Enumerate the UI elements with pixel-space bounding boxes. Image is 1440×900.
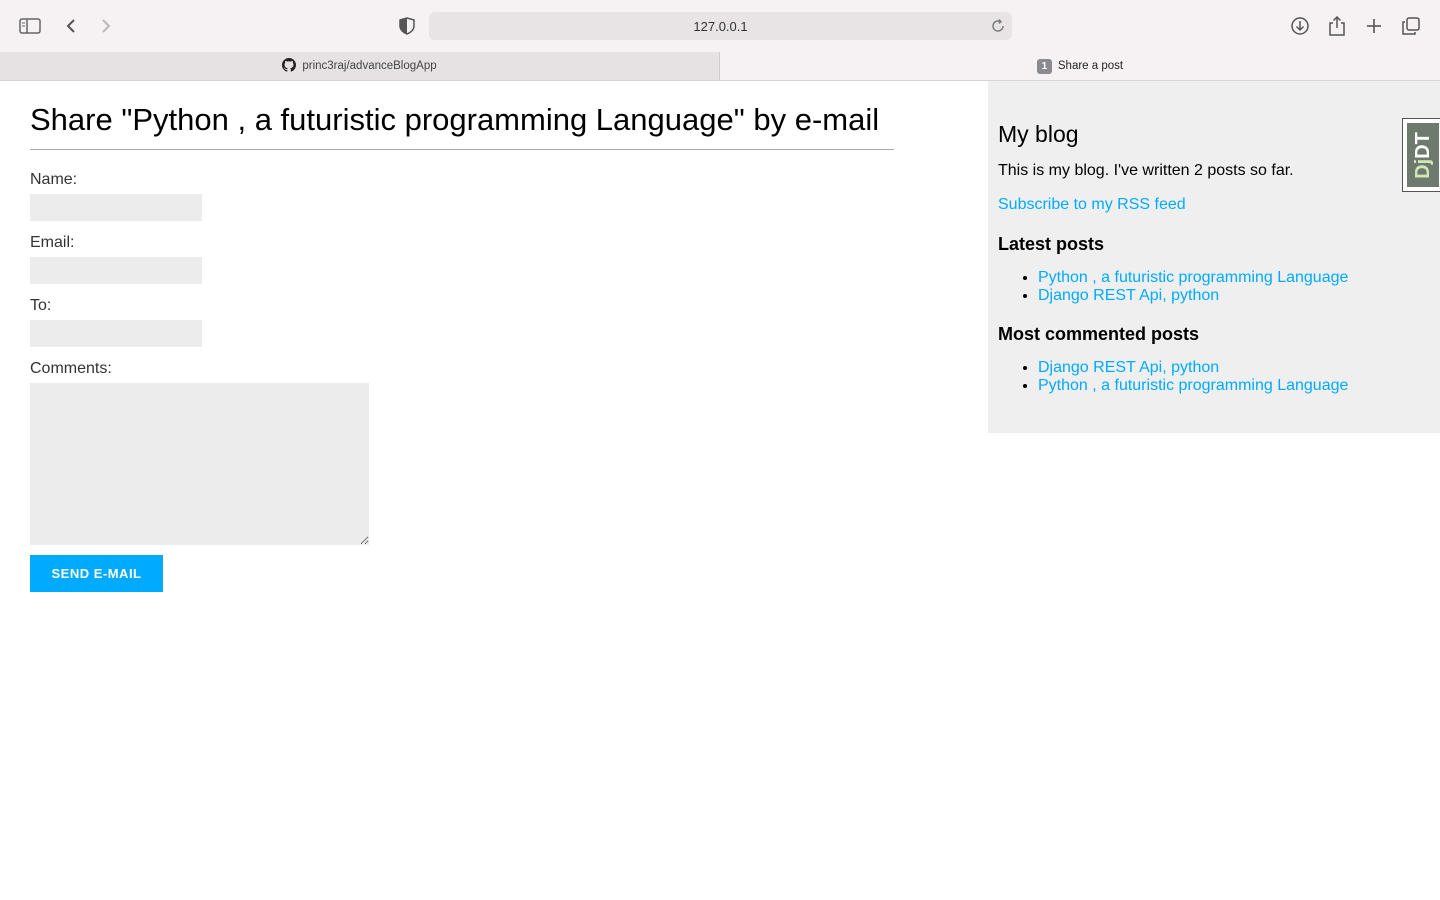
page-title: Share "Python , a futuristic programming… (30, 101, 894, 150)
list-item: Django REST Api, python (1038, 359, 1430, 377)
url-text: 127.0.0.1 (693, 18, 748, 34)
name-field[interactable] (30, 194, 202, 221)
sidebar-title: My blog (998, 121, 1079, 147)
list-item: Python , a futuristic programming Langua… (1038, 269, 1430, 287)
share-form: Name: Email: To: Comments: Send e-mail (30, 170, 894, 592)
download-icon[interactable] (1288, 14, 1312, 38)
comments-label: Comments: (30, 360, 112, 377)
djdt-logo: DjDT (1411, 131, 1434, 179)
most-commented-link[interactable]: Python , a futuristic programming Langua… (1038, 377, 1348, 394)
tab-github[interactable]: princ3raj/advanceBlogApp (0, 52, 720, 80)
privacy-shield-icon[interactable] (395, 14, 419, 38)
list-item: Python , a futuristic programming Langua… (1038, 377, 1430, 395)
tab-label: Share a post (1057, 60, 1124, 72)
email-label: Email: (30, 234, 75, 251)
most-commented-heading: Most commented posts (998, 324, 1200, 344)
to-field[interactable] (30, 320, 202, 347)
latest-post-link[interactable]: Python , a futuristic programming Langua… (1038, 269, 1348, 286)
tab-bar: princ3raj/advanceBlogApp 1 Share a post (0, 52, 1440, 81)
sidebar-toggle-icon[interactable] (18, 14, 42, 38)
comments-field[interactable] (30, 383, 369, 545)
page: Share "Python , a futuristic programming… (0, 81, 1440, 900)
latest-posts-list: Python , a futuristic programming Langua… (998, 269, 1430, 305)
email-field[interactable] (30, 257, 202, 284)
sidebar: My blog This is my blog. I've written 2 … (988, 81, 1440, 433)
share-icon[interactable] (1325, 14, 1349, 38)
list-item: Django REST Api, python (1038, 287, 1430, 305)
send-email-button[interactable]: Send e-mail (30, 555, 163, 592)
name-label: Name: (30, 171, 78, 188)
browser-toolbar: 127.0.0.1 (0, 0, 1440, 52)
new-tab-icon[interactable] (1362, 14, 1386, 38)
tab-label: princ3raj/advanceBlogApp (302, 60, 437, 72)
most-commented-link[interactable]: Django REST Api, python (1038, 359, 1219, 376)
rss-link[interactable]: Subscribe to my RSS feed (998, 196, 1186, 213)
django-debug-toolbar-handle[interactable]: DjDT (1402, 118, 1440, 192)
sidebar-description: This is my blog. I've written 2 posts so… (998, 162, 1294, 179)
tab-overview-icon[interactable] (1399, 14, 1423, 38)
back-icon[interactable] (59, 14, 83, 38)
to-label: To: (30, 297, 52, 314)
tab-badge: 1 (1036, 58, 1052, 74)
main-content: Share "Python , a futuristic programming… (30, 81, 894, 592)
latest-post-link[interactable]: Django REST Api, python (1038, 287, 1219, 304)
url-bar[interactable]: 127.0.0.1 (429, 12, 1012, 40)
github-icon (282, 57, 297, 75)
most-commented-list: Django REST Api, python Python , a futur… (998, 359, 1430, 395)
forward-icon[interactable] (94, 14, 118, 38)
reload-icon[interactable] (990, 18, 1006, 34)
latest-posts-heading: Latest posts (998, 234, 1105, 254)
tab-share-post[interactable]: 1 Share a post (720, 52, 1440, 80)
